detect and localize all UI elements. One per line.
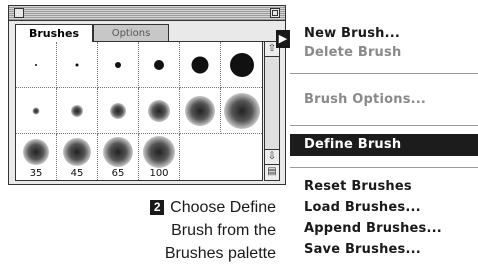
menu-item-new-brush[interactable]: New Brush... [304, 26, 400, 41]
resize-box-icon[interactable]: ▤ [265, 164, 279, 180]
menu-item-save-brushes[interactable]: Save Brushes... [304, 242, 421, 257]
soft-brush-tip-icon [148, 99, 170, 122]
caption-line-2: Brush from the [171, 222, 276, 239]
brush-swatch[interactable] [180, 42, 221, 88]
caption-line-1: 2 Choose Define [96, 196, 276, 219]
palette-menu-arrow-icon[interactable]: ▶ [276, 30, 290, 48]
brush-swatch[interactable] [16, 42, 57, 88]
brush-grid: 35 45 65 100 [15, 41, 263, 181]
brush-swatch[interactable]: 35 [16, 134, 57, 180]
brush-tip-icon [154, 59, 164, 70]
brush-tip-icon [191, 56, 209, 73]
brush-swatch[interactable]: 100 [139, 134, 180, 180]
brush-tip-icon [115, 61, 121, 68]
menu-item-load-brushes[interactable]: Load Brushes... [304, 200, 421, 215]
scroll-down-arrow-icon[interactable]: ⇩ [265, 149, 279, 164]
menu-item-define-brush[interactable]: Define Brush [304, 137, 401, 152]
menu-separator [290, 125, 478, 126]
brush-swatch[interactable] [221, 88, 262, 134]
soft-brush-tip-icon [23, 139, 49, 166]
caption-line-3: Brushes palette [164, 245, 276, 262]
brush-swatch[interactable]: 45 [57, 134, 98, 180]
palette-title-bar[interactable] [9, 6, 285, 21]
tab-options[interactable]: Options [93, 24, 169, 42]
menu-item-define-brush-highlight[interactable]: Define Brush [290, 134, 478, 156]
step-number-badge: 2 [150, 200, 165, 215]
menu-item-brush-options[interactable]: Brush Options... [304, 92, 426, 107]
brush-size-label: 100 [149, 168, 169, 179]
zoom-box-icon[interactable] [270, 8, 280, 18]
caption-text-1: Choose Define [170, 199, 276, 216]
brush-size-label: 65 [111, 168, 125, 179]
brush-swatch[interactable] [180, 88, 221, 134]
tab-brushes[interactable]: Brushes [15, 24, 93, 42]
brush-swatch[interactable] [57, 42, 98, 88]
menu-item-reset-brushes[interactable]: Reset Brushes [304, 179, 412, 194]
brushes-palette-menu: New Brush... Delete Brush Brush Options.… [290, 22, 478, 266]
brush-tip-icon [75, 63, 79, 66]
soft-brush-tip-icon [32, 107, 40, 114]
empty-brush-slot [180, 134, 262, 180]
soft-brush-tip-icon [103, 137, 133, 168]
soft-brush-tip-icon [71, 104, 83, 117]
brush-swatch[interactable] [16, 88, 57, 134]
brush-size-label: 35 [29, 168, 43, 179]
brush-swatch[interactable] [221, 42, 262, 88]
brush-swatch[interactable] [139, 88, 180, 134]
menu-separator [290, 167, 478, 168]
menu-item-append-brushes[interactable]: Append Brushes... [304, 221, 442, 236]
figure-caption: 2 Choose Define Brush from the Brushes pa… [96, 196, 276, 265]
soft-brush-tip-icon [223, 92, 260, 129]
brush-swatch[interactable]: 65 [98, 134, 139, 180]
menu-item-delete-brush[interactable]: Delete Brush [304, 45, 401, 60]
brush-tip-icon [229, 52, 254, 77]
soft-brush-tip-icon [63, 138, 91, 167]
soft-brush-tip-icon [110, 102, 126, 119]
menu-separator [290, 73, 478, 74]
brush-swatch[interactable] [139, 42, 180, 88]
brush-swatch[interactable] [98, 88, 139, 134]
brush-tip-icon [35, 63, 37, 66]
brush-size-label: 45 [70, 168, 84, 179]
brush-swatch[interactable] [57, 88, 98, 134]
palette-scrollbar[interactable]: ⇧ ⇩ ▤ [264, 41, 280, 181]
brushes-palette: Brushes Options 35 45 65 100 ⇧ ⇩ ▤ [8, 5, 286, 185]
soft-brush-tip-icon [143, 136, 175, 169]
palette-tabs: Brushes Options [13, 24, 283, 42]
soft-brush-tip-icon [185, 95, 215, 126]
brush-swatch[interactable] [98, 42, 139, 88]
close-box-icon[interactable] [14, 8, 24, 18]
